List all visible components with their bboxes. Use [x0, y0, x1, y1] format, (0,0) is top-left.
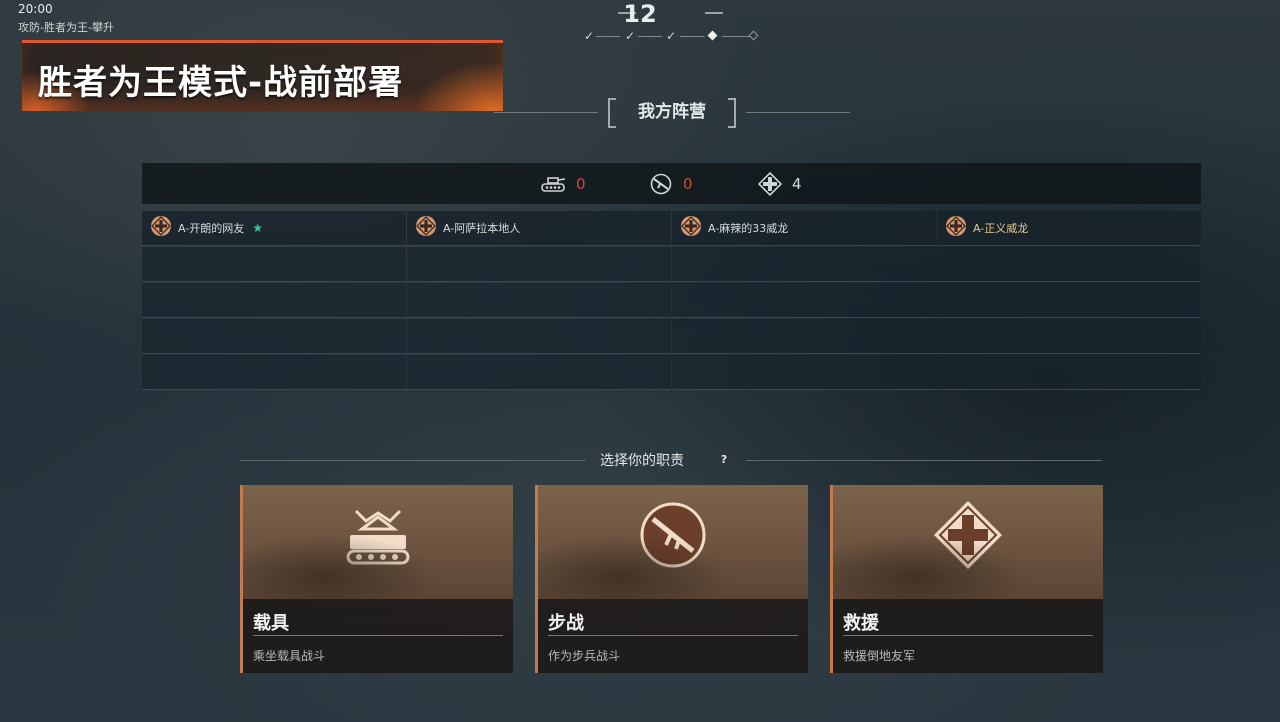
round-step-done: ✓ — [625, 29, 636, 43]
role-card-art — [833, 485, 1103, 599]
role-card-vehicle[interactable]: 载具 乘坐载具战斗 — [240, 485, 513, 673]
role-card-info: 救援 救援倒地友军 — [833, 599, 1103, 673]
empty-slot — [142, 355, 406, 390]
tank-icon — [342, 503, 414, 571]
mode-banner: 胜者为王模式-战前部署 — [22, 40, 503, 111]
medal-icon: ★ — [252, 221, 264, 235]
role-card-art — [538, 485, 808, 599]
round-step-current — [707, 30, 718, 41]
team-label: 我方阵营 — [608, 98, 736, 128]
rifle-icon — [639, 501, 707, 573]
stat-medic: 4 — [758, 163, 802, 204]
tank-icon — [540, 174, 566, 194]
role-card-art — [243, 485, 513, 599]
roster-row — [142, 355, 1201, 390]
player-slot[interactable]: A-开朗的网友 ★ — [142, 211, 406, 246]
empty-slot — [407, 247, 671, 282]
empty-slot — [407, 283, 671, 318]
clock: 20:00 — [18, 2, 53, 16]
progress-line — [680, 36, 704, 37]
mode-subtitle: 攻防-胜者为王-攀升 — [18, 21, 114, 34]
team-label-text: 我方阵营 — [638, 102, 706, 122]
player-name: A-麻辣的33威龙 — [708, 222, 789, 235]
divider-line — [746, 112, 850, 113]
role-name: 救援 — [843, 613, 879, 634]
round-step-done: ✓ — [666, 29, 677, 43]
medic-cross-icon — [150, 215, 172, 241]
empty-slot — [142, 283, 406, 318]
role-select-title: 选择你的职责 — [600, 453, 684, 469]
player-slot[interactable]: A-正义威龙 — [937, 211, 1201, 246]
empty-slot — [672, 247, 936, 282]
roster-row: A-开朗的网友 ★ A-阿萨拉本地人 A-麻辣的33威龙 A-正义威龙 — [142, 211, 1201, 246]
divider-line — [548, 635, 798, 636]
empty-slot — [672, 355, 936, 390]
role-name: 步战 — [548, 613, 584, 634]
round-progress: ✓ ✓ ✓ — [582, 28, 762, 44]
team-role-stats: 0 0 4 — [142, 163, 1201, 204]
role-description: 救援倒地友军 — [843, 649, 916, 663]
role-card-infantry[interactable]: 步战 作为步兵战斗 — [535, 485, 808, 673]
round-step-done: ✓ — [584, 29, 595, 43]
empty-slot — [937, 283, 1201, 318]
stat-medic-count: 4 — [792, 174, 802, 193]
medic-cross-icon — [415, 215, 437, 241]
empty-slot — [407, 355, 671, 390]
empty-slot — [672, 283, 936, 318]
player-slot[interactable]: A-阿萨拉本地人 — [407, 211, 671, 246]
divider-line — [843, 635, 1093, 636]
medic-cross-icon — [932, 499, 1004, 575]
role-description: 乘坐载具战斗 — [253, 649, 326, 663]
roster-row — [142, 283, 1201, 318]
stat-infantry-count: 0 — [683, 174, 693, 193]
empty-slot — [937, 319, 1201, 354]
stat-infantry: 0 — [649, 163, 693, 204]
progress-line — [596, 36, 620, 37]
player-name: A-开朗的网友 — [178, 222, 245, 235]
empty-slot — [142, 247, 406, 282]
divider-line — [253, 635, 503, 636]
roster-row — [142, 319, 1201, 354]
progress-line — [638, 36, 662, 37]
empty-slot — [142, 319, 406, 354]
divider-line — [240, 460, 586, 461]
round-number: 12 — [623, 0, 657, 28]
empty-slot — [407, 319, 671, 354]
progress-line — [722, 36, 750, 37]
role-card-medic[interactable]: 救援 救援倒地友军 — [830, 485, 1103, 673]
role-card-info: 载具 乘坐载具战斗 — [243, 599, 513, 673]
round-step-upcoming — [748, 30, 759, 41]
empty-slot — [937, 247, 1201, 282]
role-name: 载具 — [253, 613, 289, 634]
roster-row — [142, 247, 1201, 282]
round-dash-right — [705, 12, 723, 14]
team-roster: A-开朗的网友 ★ A-阿萨拉本地人 A-麻辣的33威龙 A-正义威龙 — [142, 211, 1201, 391]
divider-line — [746, 460, 1102, 461]
player-slot[interactable]: A-麻辣的33威龙 — [672, 211, 936, 246]
empty-slot — [937, 355, 1201, 390]
medic-cross-icon — [680, 215, 702, 241]
role-description: 作为步兵战斗 — [548, 649, 621, 663]
bracket-left — [608, 98, 616, 128]
divider-line — [494, 112, 598, 113]
stat-vehicle: 0 — [540, 163, 586, 204]
rifle-icon — [649, 172, 673, 196]
player-name: A-正义威龙 — [973, 222, 1029, 235]
medic-cross-icon — [945, 215, 967, 241]
player-name: A-阿萨拉本地人 — [443, 222, 521, 235]
bracket-right — [728, 98, 736, 128]
help-button[interactable]: ? — [716, 452, 732, 468]
medic-cross-icon — [758, 171, 782, 196]
banner-title: 胜者为王模式-战前部署 — [38, 63, 404, 103]
stat-vehicle-count: 0 — [576, 174, 586, 193]
empty-slot — [672, 319, 936, 354]
role-card-info: 步战 作为步兵战斗 — [538, 599, 808, 673]
